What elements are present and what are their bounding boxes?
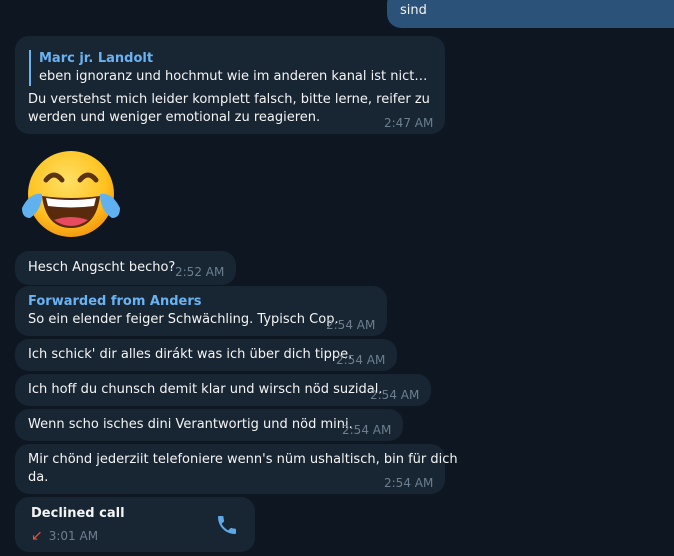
reply-quote[interactable]: Marc jr. Landolt eben ignoranz und hochm… <box>29 50 429 86</box>
message-text: sind <box>400 3 427 18</box>
phone-icon[interactable] <box>215 513 239 537</box>
message-time: 2:54 AM <box>342 423 392 437</box>
message-time: 2:54 AM <box>326 318 376 332</box>
forwarded-message[interactable]: Forwarded from Anders So ein elender fei… <box>15 286 387 336</box>
message-bubble[interactable]: Mir chönd jederziit telefoniere wenn's n… <box>15 444 458 494</box>
message-text-line-1: Du verstehst mich leider komplett falsch… <box>28 92 430 107</box>
forwarded-from-label[interactable]: Forwarded from Anders <box>28 293 202 311</box>
message-with-reply[interactable]: Marc jr. Landolt eben ignoranz und hochm… <box>15 36 445 134</box>
message-text: Hesch Angscht becho? <box>28 260 176 275</box>
arrow-down-left-icon: ↙ <box>31 528 43 544</box>
message-text: Ich hoff du chunsch demit klar und wirsc… <box>28 382 383 397</box>
reply-text: eben ignoranz und hochmut wie im anderen… <box>39 69 429 84</box>
call-meta: ↙ 3:01 AM <box>31 527 98 545</box>
message-bubble[interactable]: Ich schick' dir alles dirákt was ich übe… <box>15 339 397 371</box>
message-time: 2:54 AM <box>336 353 386 367</box>
message-time: 2:47 AM <box>384 116 434 130</box>
outgoing-message[interactable]: sind <box>387 0 674 28</box>
face-with-tears-of-joy-sticker[interactable] <box>20 148 122 240</box>
message-text: Ich schick' dir alles dirákt was ich übe… <box>28 347 353 362</box>
message-bubble[interactable]: Wenn scho isches dini Verantwortig und n… <box>15 409 403 441</box>
declined-call-message[interactable]: Declined call ↙ 3:01 AM <box>15 497 255 552</box>
message-time: 2:54 AM <box>370 388 420 402</box>
message-time: 2:52 AM <box>175 265 225 279</box>
message-text-line-2: da. <box>28 470 49 485</box>
message-time: 2:54 AM <box>384 476 434 490</box>
call-title: Declined call <box>31 506 125 521</box>
message-text: Wenn scho isches dini Verantwortig und n… <box>28 417 353 432</box>
message-bubble[interactable]: Ich hoff du chunsch demit klar und wirsc… <box>15 374 431 406</box>
call-time: 3:01 AM <box>48 529 99 543</box>
message-text-line-2: werden und weniger emotional zu reagiere… <box>28 110 321 125</box>
message-bubble[interactable]: Hesch Angscht becho? 2:52 AM <box>15 251 236 285</box>
message-text: So ein elender feiger Schwächling. Typis… <box>28 312 339 327</box>
message-text-line-1: Mir chönd jederziit telefoniere wenn's n… <box>28 452 458 467</box>
reply-author: Marc jr. Landolt <box>39 51 154 66</box>
